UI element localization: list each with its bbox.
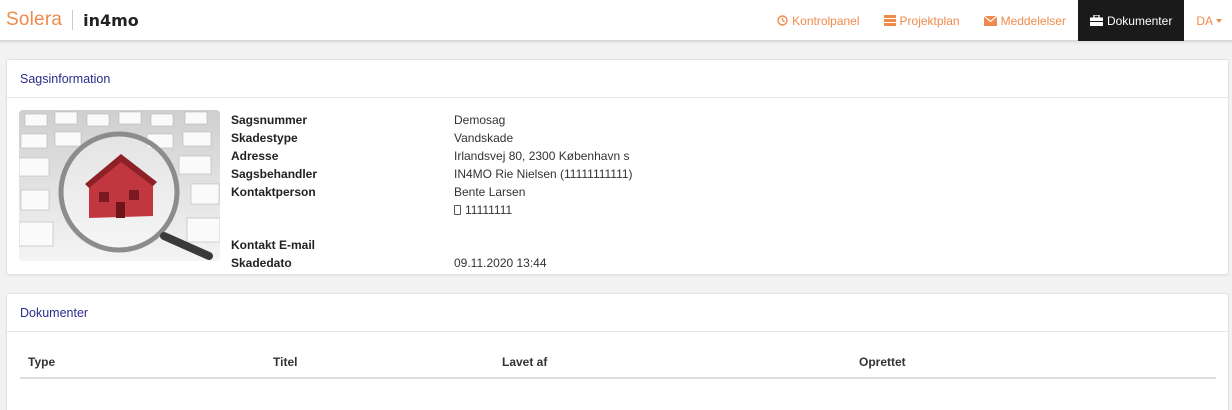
field-label: Kontaktperson xyxy=(231,185,316,199)
field-label: Adresse xyxy=(231,149,279,163)
table-header-row: Type Titel Lavet af Oprettet xyxy=(20,349,1216,379)
nav-projektplan-label: Projektplan xyxy=(899,13,960,28)
solera-logo: Solera xyxy=(6,9,63,30)
field-label: Skadestype xyxy=(231,131,298,145)
dashboard-icon xyxy=(777,15,788,26)
documents-table: Type Titel Lavet af Oprettet xyxy=(20,349,1216,379)
documents-panel: Dokumenter Type Titel Lavet af Oprettet xyxy=(6,293,1229,410)
field-value: Bente Larsen xyxy=(454,185,526,199)
field-value: Irlandsvej 80, 2300 København s xyxy=(454,149,630,163)
envelope-icon xyxy=(983,15,997,26)
nav-dokumenter[interactable]: Dokumenter xyxy=(1077,0,1185,41)
logo-divider xyxy=(72,10,74,30)
field-value: Vandskade xyxy=(454,131,514,145)
field-label: Skadedato xyxy=(231,256,292,270)
column-header-created-by[interactable]: Lavet af xyxy=(502,355,547,369)
house-magnifier-image xyxy=(19,110,220,261)
column-header-created[interactable]: Oprettet xyxy=(859,355,906,369)
list-icon xyxy=(883,15,896,26)
case-info-panel: Sagsinformation Sagsnummer Demosag Skade… xyxy=(6,59,1229,275)
language-label: DA xyxy=(1196,13,1213,28)
phone-number: 11111111 xyxy=(465,203,513,217)
nav-projektplan[interactable]: Projektplan xyxy=(872,0,972,41)
field-label: Kontakt E-mail xyxy=(231,238,316,252)
field-value: IN4MO Rie Nielsen (11111111111) xyxy=(454,167,633,181)
nav-kontrolpanel-label: Kontrolpanel xyxy=(792,13,860,28)
nav-dokumenter-label: Dokumenter xyxy=(1106,13,1173,28)
nav-meddelelser[interactable]: Meddelelser xyxy=(972,0,1078,41)
field-value: Demosag xyxy=(454,113,506,127)
field-label: Sagsbehandler xyxy=(231,167,318,181)
caret-down-icon xyxy=(1216,19,1222,23)
language-dropdown[interactable]: DA xyxy=(1184,0,1232,41)
case-info-heading: Sagsinformation xyxy=(7,60,1228,98)
case-info-body: Sagsnummer Demosag Skadestype Vandskade … xyxy=(7,98,1228,275)
briefcase-icon xyxy=(1089,15,1103,26)
nav-kontrolpanel[interactable]: Kontrolpanel xyxy=(765,0,871,41)
field-label: Sagsnummer xyxy=(231,113,308,127)
phone-icon xyxy=(454,205,461,215)
brand-logo[interactable]: Solera in4mo xyxy=(6,9,139,31)
top-navbar: Solera in4mo Kontrolpanel Projektplan Me… xyxy=(0,0,1232,41)
column-header-type[interactable]: Type xyxy=(28,355,55,369)
column-header-title[interactable]: Titel xyxy=(273,355,297,369)
field-value: 09.11.2020 13:44 xyxy=(454,256,547,270)
main-nav: Kontrolpanel Projektplan Meddelelser Dok… xyxy=(765,0,1232,41)
documents-heading: Dokumenter xyxy=(7,294,1228,332)
in4mo-logo: in4mo xyxy=(83,10,139,30)
contact-phone[interactable]: 11111111 xyxy=(454,203,512,217)
nav-meddelelser-label: Meddelelser xyxy=(1000,13,1066,28)
